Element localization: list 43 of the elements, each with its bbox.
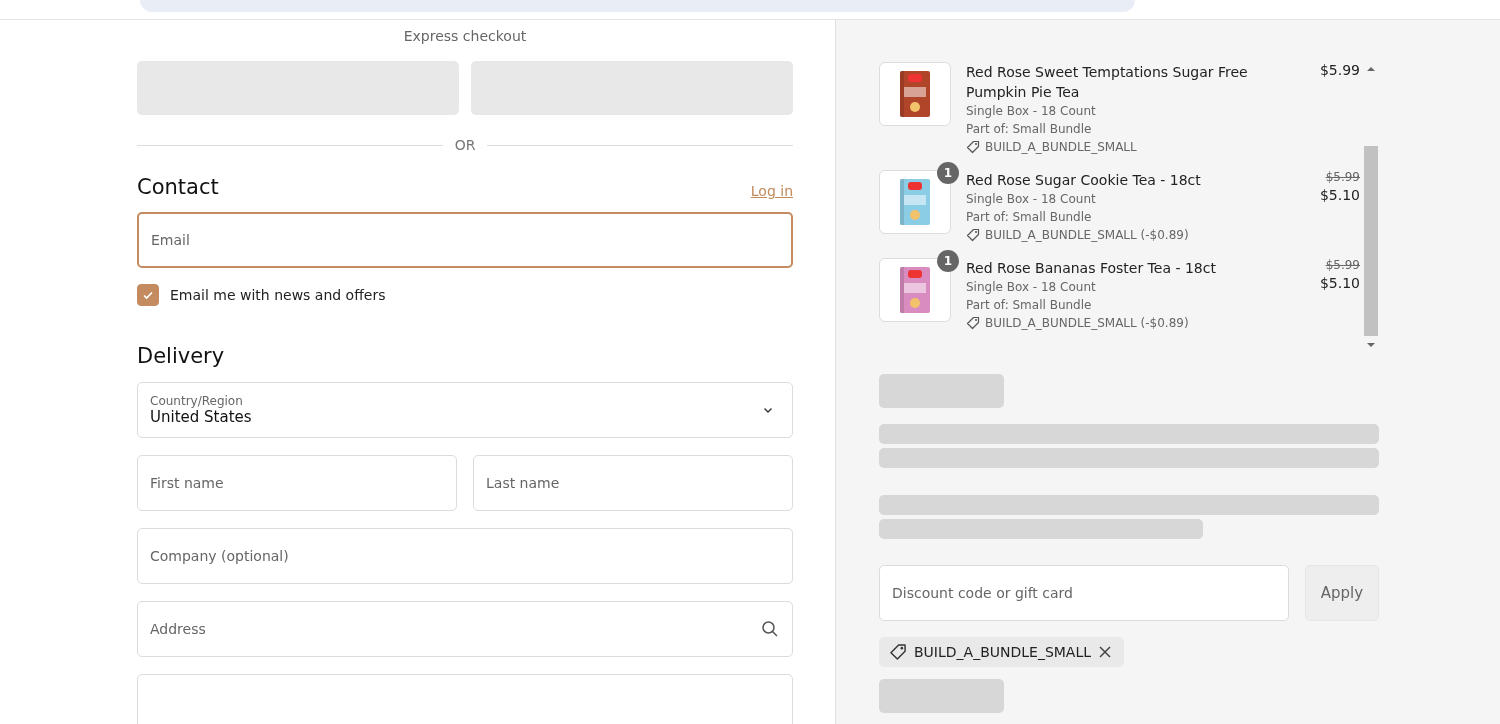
- checkmark-icon: [142, 289, 154, 301]
- discount-code: BUILD_A_BUNDLE_SMALL: [985, 139, 1137, 156]
- search-icon[interactable]: [761, 620, 779, 638]
- quantity-badge: 1: [937, 250, 959, 272]
- product-variant: Single Box - 18 Count: [966, 279, 1097, 296]
- discount-code: BUILD_A_BUNDLE_SMALL (-$0.89): [985, 227, 1189, 244]
- country-select[interactable]: Country/Region United States: [137, 382, 793, 438]
- section-heading: Contact: [137, 175, 219, 199]
- discount-code: BUILD_A_BUNDLE_SMALL (-$0.89): [985, 315, 1189, 332]
- close-icon[interactable]: [1098, 645, 1113, 659]
- price: $5.10: [1319, 275, 1360, 291]
- tag-icon: [889, 643, 907, 661]
- discount-field[interactable]: Discount code or gift card: [879, 565, 1289, 621]
- product-variant: Single Box - 18 Count: [966, 191, 1097, 208]
- original-price: $5.99: [1325, 170, 1360, 184]
- tag-icon: [966, 228, 980, 242]
- original-price: $5.99: [1325, 258, 1360, 272]
- product-title: Red Rose Bananas Foster Tea - 18ct: [966, 259, 1217, 278]
- product-variant: Single Box - 18 Count: [966, 103, 1097, 120]
- address-field[interactable]: Address: [137, 601, 793, 657]
- quantity-badge: 1: [937, 162, 959, 184]
- apply-button[interactable]: Apply: [1305, 565, 1379, 621]
- product-title: Red Rose Sweet Temptations Sugar Free Pumpkin Pie Tea: [966, 63, 1249, 102]
- bundle-note: Part of: Small Bundle: [966, 209, 1093, 226]
- email-field[interactable]: Email: [137, 212, 793, 268]
- price: $5.10: [1319, 187, 1360, 203]
- bundle-note: Part of: Small Bundle: [966, 121, 1093, 138]
- tag-icon: [966, 140, 980, 154]
- text-field[interactable]: First name: [137, 455, 457, 511]
- text-field[interactable]: Last name: [473, 455, 793, 511]
- text-field[interactable]: [137, 674, 793, 724]
- section-label: Express checkout: [402, 28, 528, 44]
- tag-icon: [966, 316, 980, 330]
- text-field[interactable]: Company (optional): [137, 528, 793, 584]
- price: $5.99: [1319, 62, 1360, 78]
- divider-text: OR: [454, 137, 476, 153]
- checkbox-label: Email me with news and offers: [170, 287, 386, 303]
- checkbox[interactable]: [137, 284, 159, 306]
- product-title: Red Rose Sugar Cookie Tea - 18ct: [966, 171, 1202, 190]
- discount-code: BUILD_A_BUNDLE_SMALL: [914, 644, 1092, 660]
- section-heading: Delivery: [137, 344, 226, 368]
- bundle-note: Part of: Small Bundle: [966, 297, 1093, 314]
- login-link[interactable]: Log in: [750, 183, 793, 199]
